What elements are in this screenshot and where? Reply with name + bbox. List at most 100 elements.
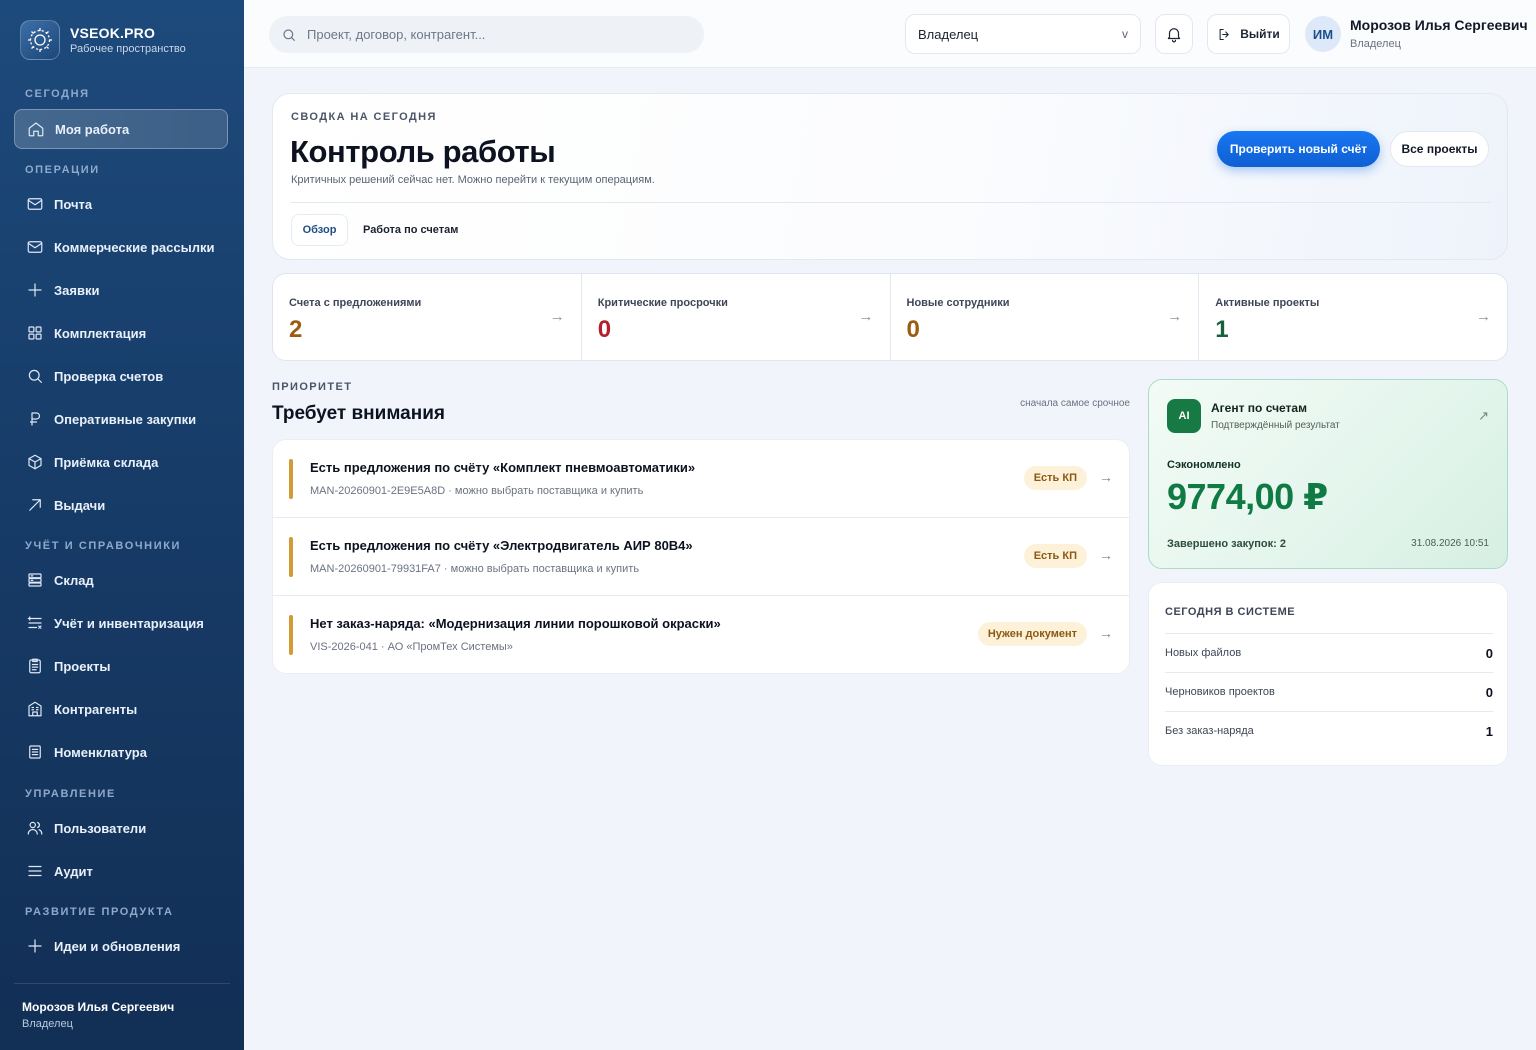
arrow-right-icon: → [549,308,565,325]
stat-value: 0 [906,316,920,343]
logout-icon [1219,28,1229,40]
sidebar-divider [14,983,230,984]
plus-icon [26,281,44,299]
sidebar-item-invoice-check[interactable]: Проверка счетов [14,356,228,396]
search-icon [26,367,44,385]
stat-new-employees[interactable]: Новые сотрудники 0 → [891,274,1200,360]
ruble-icon [26,410,44,428]
sidebar-item-my-work[interactable]: Моя работа [14,109,228,149]
agent-name: Агент по счетам [1211,401,1307,415]
brand-name: VSEOK.PRO [70,25,156,41]
system-row-no-work-order[interactable]: Без заказ-наряда 1 [1165,711,1493,750]
sidebar-item-label: Проекты [54,658,111,674]
stats-row: Счета с предложениями 2 → Критические пр… [272,273,1508,361]
brand-logo-icon [20,20,60,60]
priority-marker [289,459,293,499]
sidebar-item-audit[interactable]: Аудит [14,851,228,891]
arrow-right-icon: → [1099,625,1113,641]
tab-overview[interactable]: Обзор [291,214,348,246]
role-select[interactable]: Владелец v [905,14,1141,54]
logout-label: Выйти [1240,27,1280,41]
brand[interactable]: VSEOK.PRO Рабочее пространство [20,20,186,60]
inventory-icon [26,614,44,632]
sidebar-item-label: Номенклатура [54,744,147,760]
external-link-icon[interactable]: ↗ [1478,408,1489,424]
completed-purchases: Завершено закупок: 2 [1167,538,1286,550]
stat-invoices-with-offers[interactable]: Счета с предложениями 2 → [273,274,582,360]
logout-button[interactable]: Выйти [1207,14,1290,54]
sidebar-item-counterparties[interactable]: Контрагенты [14,689,228,729]
system-today-title: СЕГОДНЯ В СИСТЕМЕ [1165,606,1296,618]
clipboard-icon [26,657,44,675]
arrow-right-icon: → [1099,469,1113,485]
nav-section-management: УПРАВЛЕНИЕ [25,788,116,800]
list-item-title: Нет заказ-наряда: «Модернизация линии по… [310,616,721,631]
invoice-agent-card[interactable]: AI Агент по счетам Подтверждённый резуль… [1148,379,1508,569]
list-item-meta: VIS-2026-041 · АО «ПромТех Системы» [310,641,513,653]
sidebar-item-kitting[interactable]: Комплектация [14,313,228,353]
notifications-button[interactable] [1155,14,1193,54]
list-item[interactable]: Есть предложения по счёту «Комплект пнев… [273,440,1129,518]
stat-value: 1 [1215,316,1229,343]
sidebar-item-label: Выдачи [54,497,106,513]
priority-title: Требует внимания [272,403,445,424]
sidebar-item-ideas[interactable]: Идеи и обновления [14,926,228,966]
priority-marker [289,537,293,577]
search-input[interactable] [307,27,687,42]
sidebar-item-quick-purchases[interactable]: Оперативные закупки [14,399,228,439]
system-row-label: Черновиков проектов [1165,686,1275,698]
stat-active-projects[interactable]: Активные проекты 1 → [1199,274,1507,360]
sidebar-item-label: Пользователи [54,820,147,836]
chevron-down-icon: v [1122,27,1128,41]
sidebar-item-requests[interactable]: Заявки [14,270,228,310]
topbar: Владелец v Выйти ИМ Морозов Илья Сергеев… [244,0,1536,68]
tab-invoice-work[interactable]: Работа по счетам [363,214,458,246]
arrow-right-icon: → [1099,547,1113,563]
attention-list: Есть предложения по счёту «Комплект пнев… [272,439,1130,674]
system-row-label: Без заказ-наряда [1165,725,1254,737]
sidebar-item-inventory[interactable]: Учёт и инвентаризация [14,603,228,643]
stat-value: 0 [597,316,612,343]
all-projects-button[interactable]: Все проекты [1390,131,1489,167]
stat-critical-overdue[interactable]: Критические просрочки 0 → [582,274,891,360]
system-row-value: 1 [1485,723,1493,739]
sidebar-item-label: Учёт и инвентаризация [54,615,204,631]
priority-marker [289,615,293,655]
hero-subtitle: Критичных решений сейчас нет. Можно пере… [291,174,655,186]
mail-icon [26,238,44,256]
list-icon [26,743,44,761]
system-row-new-files[interactable]: Новых файлов 0 [1165,633,1493,672]
sidebar-item-issues[interactable]: Выдачи [14,485,228,525]
arrow-right-icon: → [858,308,874,325]
list-item[interactable]: Нет заказ-наряда: «Модернизация линии по… [273,596,1129,673]
sidebar-item-warehouse-receiving[interactable]: Приёмка склада [14,442,228,482]
avatar[interactable]: ИМ [1305,16,1341,52]
list-item-title: Есть предложения по счёту «Электродвигат… [310,538,693,553]
status-badge: Нужен документ [977,622,1087,646]
list-item[interactable]: Есть предложения по счёту «Электродвигат… [273,518,1129,596]
sidebar-item-users[interactable]: Пользователи [14,808,228,848]
menu-icon [26,862,44,880]
agent-timestamp: 31.08.2026 10:51 [1411,538,1489,549]
sidebar-item-commercial-mailings[interactable]: Коммерческие рассылки [14,227,228,267]
status-badge: Есть КП [1023,466,1087,490]
sidebar-item-label: Оперативные закупки [54,411,197,427]
search-box[interactable] [269,16,704,53]
sidebar-item-label: Моя работа [55,121,130,137]
sidebar-item-mail[interactable]: Почта [14,184,228,224]
users-icon [26,819,44,837]
arrow-right-icon: → [1167,308,1183,325]
page-title: Контроль работы [290,134,556,169]
sidebar-item-nomenclature[interactable]: Номенклатура [14,732,228,772]
sidebar-item-warehouse[interactable]: Склад [14,560,228,600]
mail-icon [26,195,44,213]
topbar-user-name: Морозов Илья Сергеевич [1350,17,1528,33]
sidebar-item-projects[interactable]: Проекты [14,646,228,686]
priority-sort-label: сначала самое срочное [1020,398,1130,409]
nav-section-today: СЕГОДНЯ [25,88,90,100]
priority-kicker: ПРИОРИТЕТ [272,381,353,393]
system-row-project-drafts[interactable]: Черновиков проектов 0 [1165,672,1493,711]
system-row-value: 0 [1485,684,1493,700]
check-new-invoice-button[interactable]: Проверить новый счёт [1217,131,1380,167]
box-icon [26,453,44,471]
